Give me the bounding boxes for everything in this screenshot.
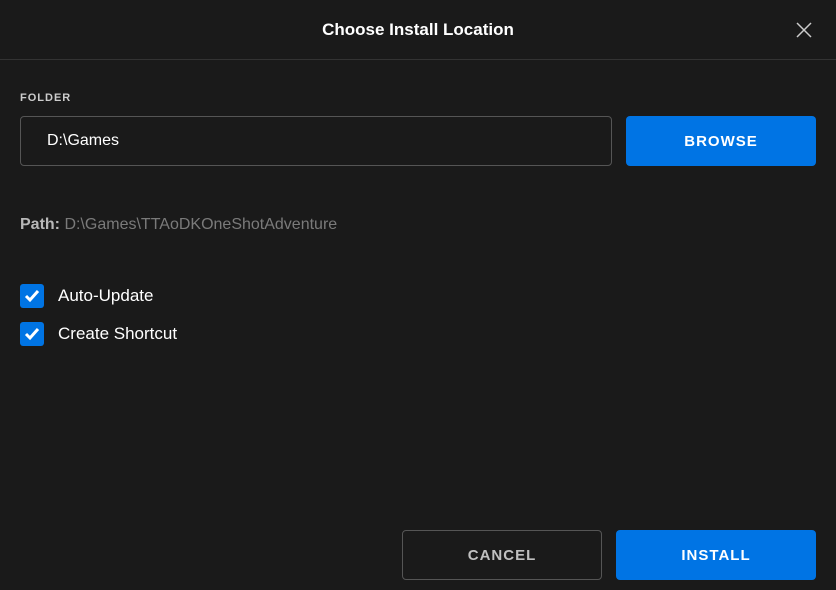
close-icon — [796, 22, 812, 38]
close-button[interactable] — [790, 16, 818, 44]
create-shortcut-checkbox[interactable] — [20, 322, 44, 346]
auto-update-option[interactable]: Auto-Update — [20, 284, 816, 308]
folder-row: BROWSE — [20, 116, 816, 166]
auto-update-label: Auto-Update — [58, 286, 153, 306]
check-icon — [24, 289, 40, 303]
check-icon — [24, 327, 40, 341]
folder-label: FOLDER — [20, 92, 816, 104]
path-row: Path: D:\Games\TTAoDKOneShotAdventure — [20, 216, 816, 234]
dialog-header: Choose Install Location — [0, 0, 836, 60]
auto-update-checkbox[interactable] — [20, 284, 44, 308]
folder-input[interactable] — [20, 116, 612, 166]
path-label: Path: — [20, 216, 60, 233]
dialog-footer: CANCEL INSTALL — [0, 530, 836, 590]
dialog-title: Choose Install Location — [322, 20, 514, 40]
create-shortcut-label: Create Shortcut — [58, 324, 177, 344]
browse-button[interactable]: BROWSE — [626, 116, 816, 166]
create-shortcut-option[interactable]: Create Shortcut — [20, 322, 816, 346]
path-value: D:\Games\TTAoDKOneShotAdventure — [64, 216, 337, 233]
dialog-content: FOLDER BROWSE Path: D:\Games\TTAoDKOneSh… — [0, 60, 836, 346]
options-group: Auto-Update Create Shortcut — [20, 284, 816, 346]
install-button[interactable]: INSTALL — [616, 530, 816, 580]
cancel-button[interactable]: CANCEL — [402, 530, 602, 580]
